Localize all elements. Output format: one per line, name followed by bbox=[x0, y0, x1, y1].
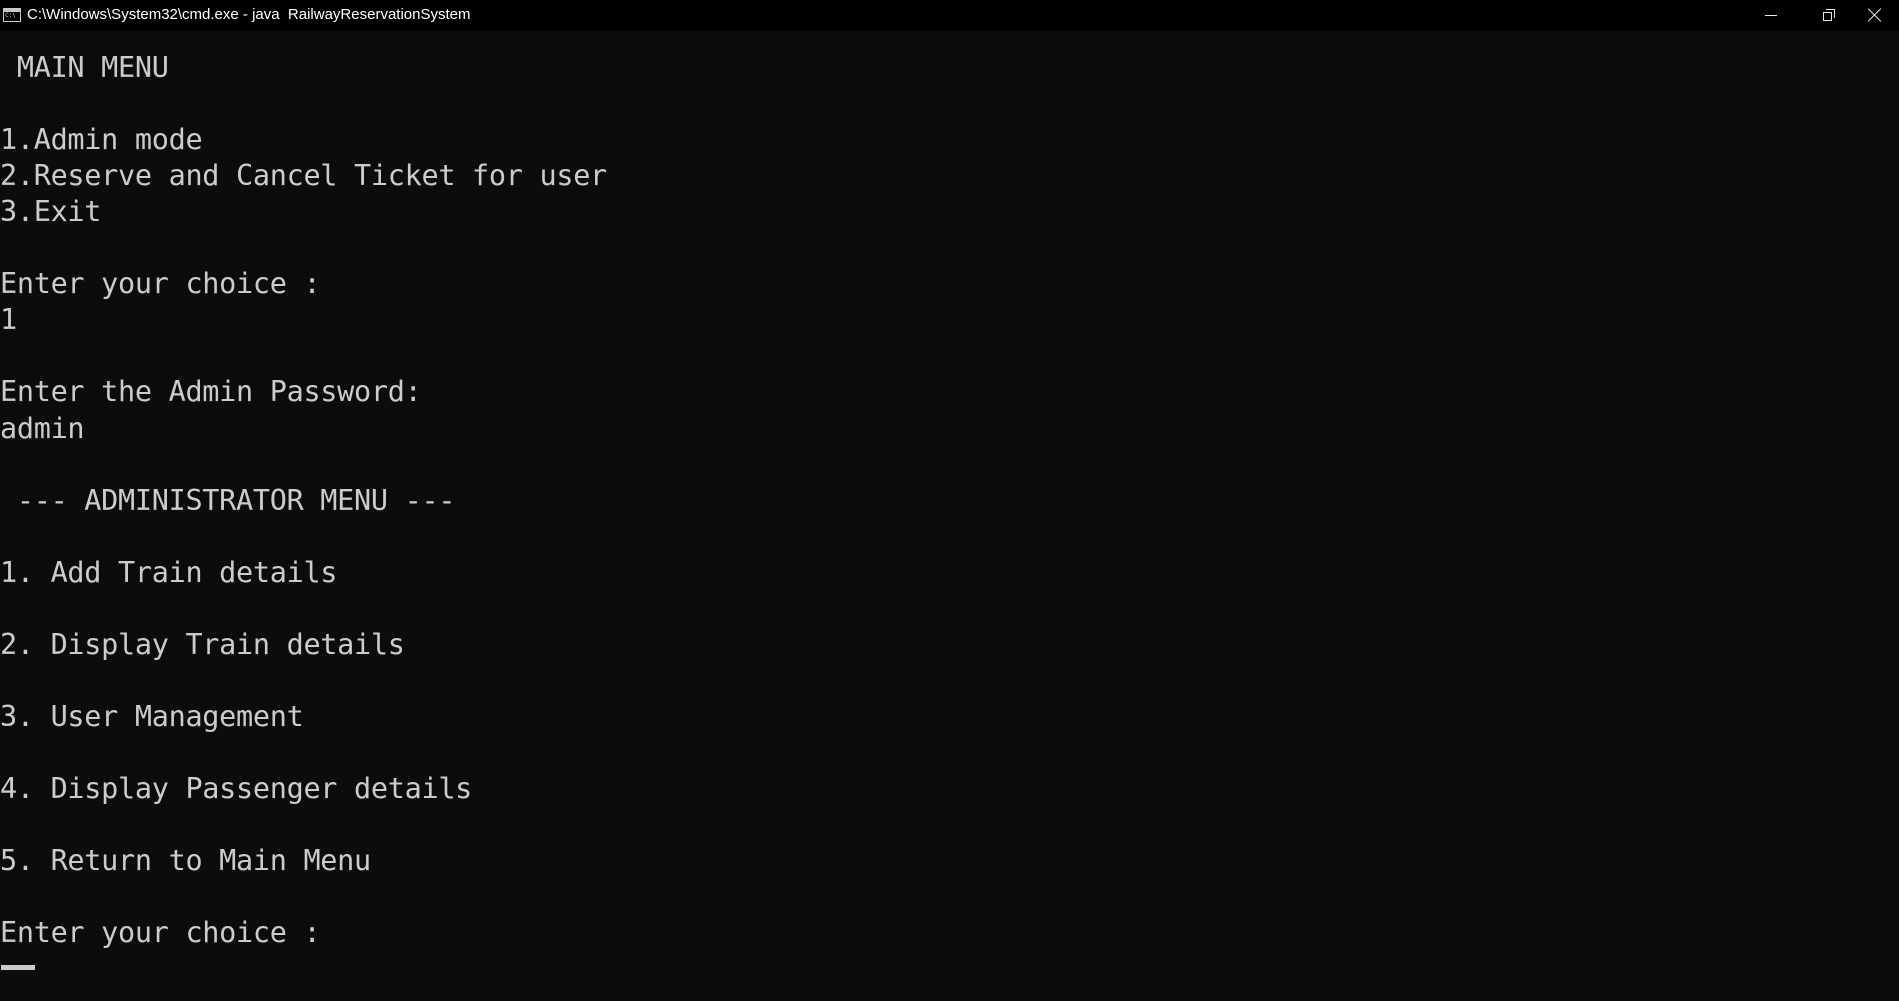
minimize-icon bbox=[1765, 14, 1777, 16]
console-line: 1 bbox=[0, 303, 17, 337]
cmd-icon[interactable] bbox=[3, 8, 21, 22]
cmd-window: C:\Windows\System32\cmd.exe - java Railw… bbox=[0, 0, 1899, 1001]
console-output[interactable]: MAIN MENU 1.Admin mode 2.Reserve and Cance… bbox=[0, 50, 1899, 1001]
title-bar[interactable]: C:\Windows\System32\cmd.exe - java Railw… bbox=[0, 0, 1899, 30]
window-title: C:\Windows\System32\cmd.exe - java Railw… bbox=[27, 6, 471, 23]
console-line: 2. Display Train details bbox=[0, 627, 405, 661]
console-line: Enter the Admin Password: bbox=[0, 375, 422, 409]
console-line: Enter your choice : bbox=[0, 267, 321, 301]
text-cursor bbox=[1, 965, 35, 971]
restore-icon bbox=[1823, 9, 1835, 21]
restore-button[interactable] bbox=[1800, 0, 1858, 30]
console-line: 1. Add Train details bbox=[0, 555, 338, 589]
console-line: admin bbox=[0, 411, 85, 445]
console-line: 2.Reserve and Cancel Ticket for user bbox=[0, 159, 607, 193]
console-line: 1.Admin mode bbox=[0, 123, 203, 157]
console-line: 3. User Management bbox=[0, 699, 304, 733]
minimize-button[interactable] bbox=[1742, 0, 1800, 30]
console-line: Enter your choice : bbox=[0, 916, 321, 950]
console-line: MAIN MENU bbox=[0, 51, 169, 84]
console-line: 3.Exit bbox=[0, 195, 102, 229]
console-line: 4. Display Passenger details bbox=[0, 772, 473, 805]
console-line: 5. Return to Main Menu bbox=[0, 844, 371, 878]
close-button[interactable] bbox=[1851, 0, 1899, 30]
console-line: --- ADMINISTRATOR MENU --- bbox=[0, 483, 456, 517]
close-icon bbox=[1868, 8, 1882, 22]
